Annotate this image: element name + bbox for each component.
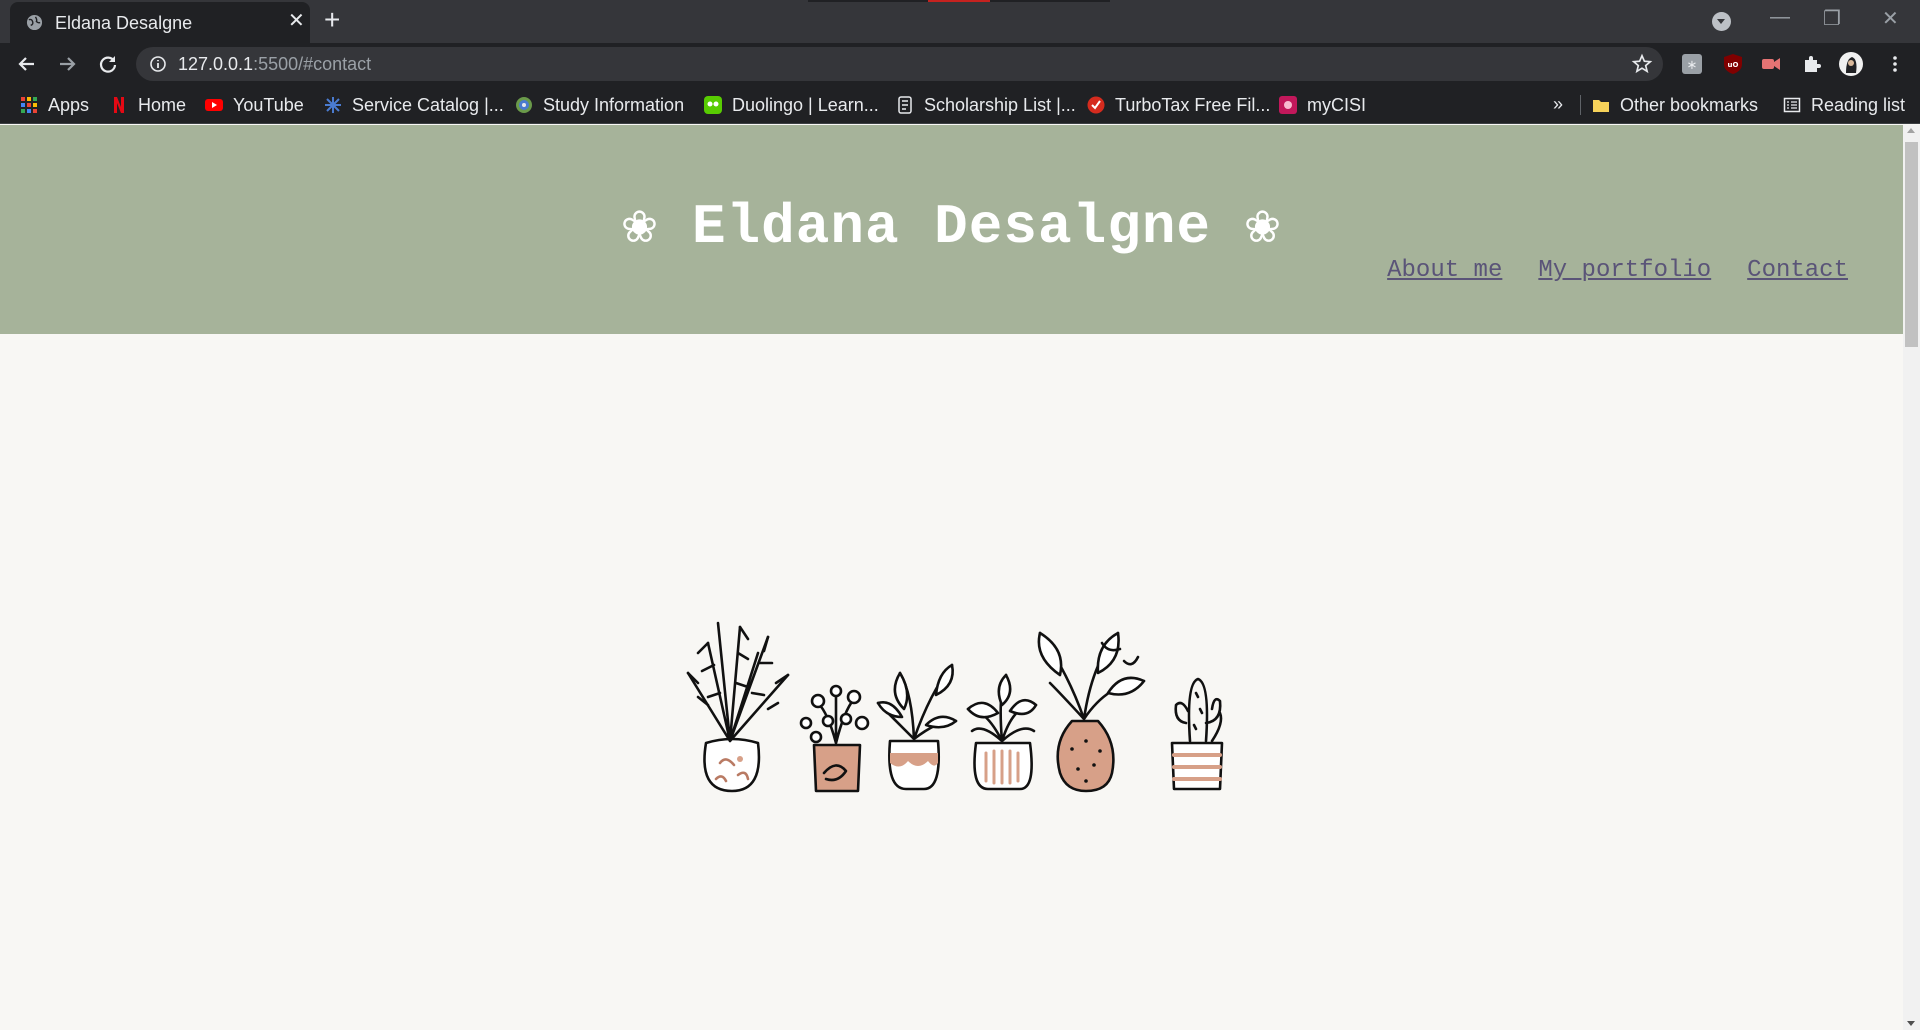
bookmark-label: Other bookmarks — [1620, 94, 1759, 115]
bookmark-duolingo[interactable]: Duolingo | Learn... — [704, 94, 879, 116]
bookmark-study-information[interactable]: Study Information — [515, 94, 684, 116]
page-scrollbar[interactable] — [1903, 125, 1920, 1030]
svg-text:uO: uO — [1728, 61, 1739, 69]
curvy-leaf-plant-pot — [876, 663, 958, 791]
browser-tab[interactable]: Eldana Desalgne ✕ — [10, 2, 310, 43]
service-catalog-icon — [325, 97, 341, 113]
other-bookmarks-folder[interactable]: Other bookmarks — [1592, 94, 1758, 116]
reading-list-icon — [1783, 97, 1801, 113]
turbotax-icon — [1087, 96, 1105, 114]
site-nav: About me My portfolio Contact — [1387, 257, 1848, 284]
window-drag-indicator — [808, 0, 1110, 2]
bookmark-label: Reading list — [1811, 94, 1906, 115]
striped-pot-plant — [966, 673, 1038, 791]
bookmarks-overflow-chevron[interactable]: » — [1553, 94, 1563, 115]
youtube-icon — [205, 99, 223, 111]
spiky-plant-pot — [686, 621, 790, 793]
ublock-icon[interactable]: uO — [1722, 53, 1744, 75]
study-globe-icon — [516, 97, 532, 113]
nav-link-about[interactable]: About me — [1387, 257, 1502, 284]
window-close-button[interactable]: ✕ — [1882, 6, 1899, 31]
folder-icon — [1593, 100, 1609, 112]
tab-strip: Eldana Desalgne ✕ + — ❐ ✕ — [0, 0, 1920, 43]
bookmark-label: Apps — [48, 94, 90, 115]
bookmark-label: TurboTax Free Fil... — [1115, 94, 1271, 115]
bookmark-label: myCISI — [1307, 94, 1367, 115]
reading-list-button[interactable]: Reading list — [1783, 94, 1905, 116]
extension-puzzle-app-icon[interactable]: ∗ — [1681, 53, 1703, 75]
bookmark-label: Service Catalog |... — [352, 94, 504, 115]
scroll-up-arrow-icon[interactable] — [1907, 128, 1915, 133]
close-tab-icon[interactable]: ✕ — [288, 11, 305, 31]
video-camera-extension-icon[interactable] — [1760, 53, 1782, 75]
tab-title: Eldana Desalgne — [55, 13, 193, 33]
bookmark-star-icon[interactable] — [1631, 53, 1653, 75]
bookmark-home[interactable]: Home — [110, 94, 186, 116]
cactus-pot — [1170, 677, 1224, 791]
restore-button[interactable]: ❐ — [1823, 6, 1841, 31]
bookmark-label: YouTube — [233, 94, 304, 115]
url-text[interactable]: 127.0.0.1:5500/#contact — [178, 54, 371, 75]
scroll-down-arrow-icon[interactable] — [1907, 1021, 1915, 1026]
bookmark-label: Scholarship List |... — [924, 94, 1076, 115]
site-header: ❀ Eldana Desalgne ❀ About me My portfoli… — [0, 125, 1903, 334]
leafy-plant-pot — [799, 684, 870, 793]
bookmark-youtube[interactable]: YouTube — [205, 94, 304, 116]
terracotta-vase-plant — [1037, 631, 1146, 793]
nav-link-portfolio[interactable]: My portfolio — [1538, 257, 1711, 284]
profile-avatar[interactable] — [1838, 51, 1864, 77]
apps-grid-icon — [21, 97, 37, 113]
bookmark-label: Duolingo | Learn... — [732, 94, 879, 115]
bookmark-scholarship-list[interactable]: Scholarship List |... — [896, 94, 1076, 116]
site-info-icon[interactable] — [149, 55, 167, 73]
page-viewport: ❀ Eldana Desalgne ❀ About me My portfoli… — [0, 125, 1903, 1030]
browser-toolbar: 127.0.0.1:5500/#contact ∗ uO — [0, 43, 1920, 86]
bookmark-apps[interactable]: Apps — [20, 94, 89, 116]
browser-menu-icon[interactable] — [1884, 53, 1906, 75]
bookmark-label: Home — [138, 94, 187, 115]
address-bar[interactable]: 127.0.0.1:5500/#contact — [136, 47, 1663, 81]
bookmark-turbotax[interactable]: TurboTax Free Fil... — [1087, 94, 1270, 116]
back-arrow-icon[interactable] — [14, 51, 40, 77]
tab-search-icon[interactable] — [1712, 12, 1731, 31]
bookmarks-divider — [1580, 95, 1581, 115]
netflix-icon — [114, 97, 124, 113]
nav-link-contact[interactable]: Contact — [1747, 257, 1848, 284]
bookmark-service-catalog[interactable]: Service Catalog |... — [324, 94, 504, 116]
svg-text:∗: ∗ — [1687, 58, 1698, 73]
potted-plants-illustration — [686, 621, 1224, 793]
minimize-button[interactable]: — — [1770, 6, 1790, 29]
forward-arrow-icon[interactable] — [54, 51, 80, 77]
scroll-thumb[interactable] — [1905, 142, 1918, 347]
reload-icon[interactable] — [95, 51, 121, 77]
globe-icon — [26, 14, 43, 31]
extensions-puzzle-icon[interactable] — [1801, 53, 1823, 75]
site-title: ❀ Eldana Desalgne ❀ — [622, 195, 1281, 259]
bookmark-mycisi[interactable]: myCISI — [1279, 94, 1366, 116]
bookmark-label: Study Information — [543, 94, 685, 115]
bookmarks-bar: Apps Home YouTube Service Catalog |... S… — [0, 86, 1920, 124]
mycisi-icon — [1279, 96, 1297, 114]
new-tab-button[interactable]: + — [324, 6, 340, 34]
duolingo-icon — [704, 96, 722, 114]
scholarship-icon — [898, 96, 912, 114]
